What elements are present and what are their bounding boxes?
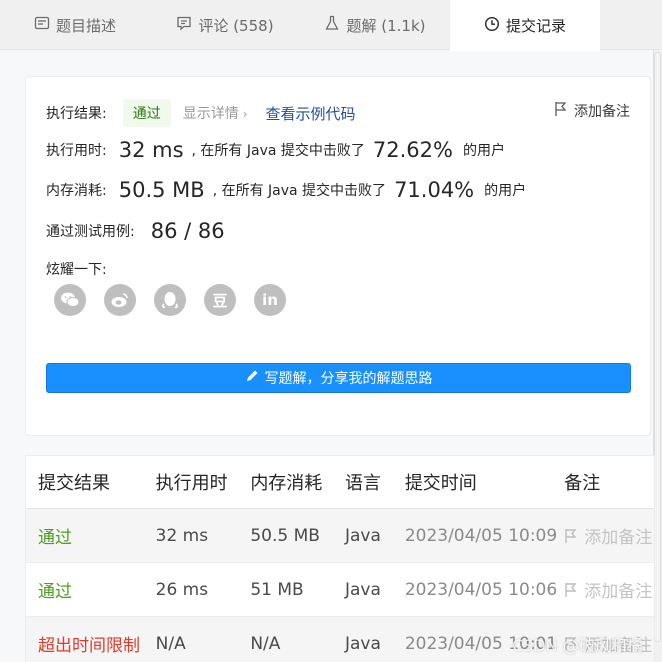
flag-icon xyxy=(554,101,568,121)
row-submit-time: 2023/04/05 10:09 xyxy=(404,525,558,546)
runtime-row: 执行用时: 32 ms , 在所有 Java 提交中击败了 72.62% 的用户 xyxy=(46,138,505,162)
share-label: 炫耀一下: xyxy=(46,262,107,278)
write-solution-button[interactable]: 写题解，分享我的解题思路 xyxy=(46,363,631,393)
scrollbar-thumb[interactable] xyxy=(654,52,661,642)
row-runtime: 26 ms xyxy=(155,579,209,600)
row-runtime: 32 ms xyxy=(155,525,209,546)
row-submit-time: 2023/04/05 10:06 xyxy=(404,579,558,600)
row-add-note[interactable]: 添加备注 xyxy=(564,523,654,548)
header-memory: 内存消耗 xyxy=(250,473,323,494)
share-icons: 豆 in xyxy=(54,284,286,316)
memory-row: 内存消耗: 50.5 MB , 在所有 Java 提交中击败了 71.04% 的… xyxy=(46,178,526,202)
row-status[interactable]: 通过 xyxy=(26,523,156,548)
memory-beat-text: , 在所有 Java 提交中击败了 xyxy=(212,183,387,199)
view-example-code-link[interactable]: 查看示例代码 xyxy=(266,103,356,124)
flag-icon xyxy=(565,582,577,597)
result-card: 执行结果: 通过 显示详情 › 查看示例代码 添加备注 执行用时: 32 ms ,… xyxy=(25,76,651,436)
row-runtime: N/A xyxy=(155,633,186,654)
header-time: 提交时间 xyxy=(404,473,477,494)
row-language: Java xyxy=(345,525,381,546)
header-note: 备注 xyxy=(564,473,601,494)
status-badge: 通过 xyxy=(122,99,171,127)
memory-percent: 71.04% xyxy=(394,178,475,202)
tab-description[interactable]: 题目描述 xyxy=(0,0,150,50)
chevron-right-icon: › xyxy=(242,107,248,121)
tests-row: 通过测试用例: 86 / 86 xyxy=(46,219,233,243)
tests-label: 通过测试用例: xyxy=(46,224,135,240)
flask-icon xyxy=(324,15,340,35)
tab-solutions[interactable]: 题解 (1.1k) xyxy=(300,0,450,50)
runtime-beat-text: , 在所有 Java 提交中击败了 xyxy=(191,143,365,159)
watermark: CSDN @破风和橘 xyxy=(512,636,643,655)
row-language: Java xyxy=(345,579,381,600)
write-solution-label: 写题解，分享我的解题思路 xyxy=(264,371,433,387)
table-header: 提交结果 执行用时 内存消耗 语言 提交时间 备注 xyxy=(26,456,654,509)
row-language: Java xyxy=(345,633,381,654)
share-row: 炫耀一下: xyxy=(46,259,107,279)
runtime-value: 32 ms xyxy=(118,138,184,162)
row-status[interactable]: 超出时间限制 xyxy=(26,631,156,656)
comment-icon xyxy=(176,15,192,35)
flag-icon xyxy=(565,528,577,543)
row-add-note-label: 添加备注 xyxy=(584,582,653,602)
row-add-note[interactable]: 添加备注 xyxy=(564,577,654,602)
pencil-icon xyxy=(245,369,259,387)
tests-value: 86 / 86 xyxy=(150,219,225,243)
tab-comments-label: 评论 (558) xyxy=(198,16,274,35)
show-details-link[interactable]: 显示详情 › xyxy=(183,103,248,123)
tab-submissions[interactable]: 提交记录 xyxy=(450,0,600,51)
runtime-percent: 72.62% xyxy=(372,138,453,162)
status-label: 执行结果: xyxy=(46,106,107,122)
tab-comments[interactable]: 评论 (558) xyxy=(150,0,300,50)
table-row[interactable]: 通过 32 ms 50.5 MB Java 2023/04/05 10:09 添… xyxy=(26,509,654,563)
header-language: 语言 xyxy=(345,473,381,494)
tab-bar: 题目描述 评论 (558) 题解 (1.1k) 提交记录 xyxy=(0,0,662,51)
memory-suffix: 的用户 xyxy=(484,183,527,199)
clock-icon xyxy=(484,16,500,36)
table-row[interactable]: 通过 26 ms 51 MB Java 2023/04/05 10:06 添加备… xyxy=(26,563,654,617)
header-runtime: 执行用时 xyxy=(155,473,228,494)
wechat-icon[interactable] xyxy=(54,284,86,316)
tab-description-label: 题目描述 xyxy=(55,16,116,35)
tab-submissions-label: 提交记录 xyxy=(505,17,566,35)
row-add-note-label: 添加备注 xyxy=(584,528,653,548)
row-memory: 51 MB xyxy=(250,579,304,600)
description-icon xyxy=(34,15,50,35)
add-note-label: 添加备注 xyxy=(574,104,630,120)
runtime-suffix: 的用户 xyxy=(462,143,505,159)
tab-solutions-label: 题解 (1.1k) xyxy=(346,16,426,35)
linkedin-icon[interactable]: in xyxy=(254,284,286,316)
row-memory: 50.5 MB xyxy=(250,525,320,546)
row-memory: N/A xyxy=(250,633,281,654)
add-note-button[interactable]: 添加备注 xyxy=(554,101,630,121)
show-details-label: 显示详情 xyxy=(182,106,239,122)
submissions-table: 提交结果 执行用时 内存消耗 语言 提交时间 备注 通过 32 ms 50.5 … xyxy=(25,455,655,662)
runtime-label: 执行用时: xyxy=(46,143,107,159)
row-status[interactable]: 通过 xyxy=(26,577,156,602)
douban-icon[interactable]: 豆 xyxy=(204,284,236,316)
qq-icon[interactable] xyxy=(154,284,186,316)
header-result: 提交结果 xyxy=(38,473,110,494)
memory-value: 50.5 MB xyxy=(118,178,205,202)
memory-label: 内存消耗: xyxy=(46,183,107,199)
weibo-icon[interactable] xyxy=(104,284,136,316)
status-row: 执行结果: 通过 显示详情 › 查看示例代码 xyxy=(46,99,356,127)
